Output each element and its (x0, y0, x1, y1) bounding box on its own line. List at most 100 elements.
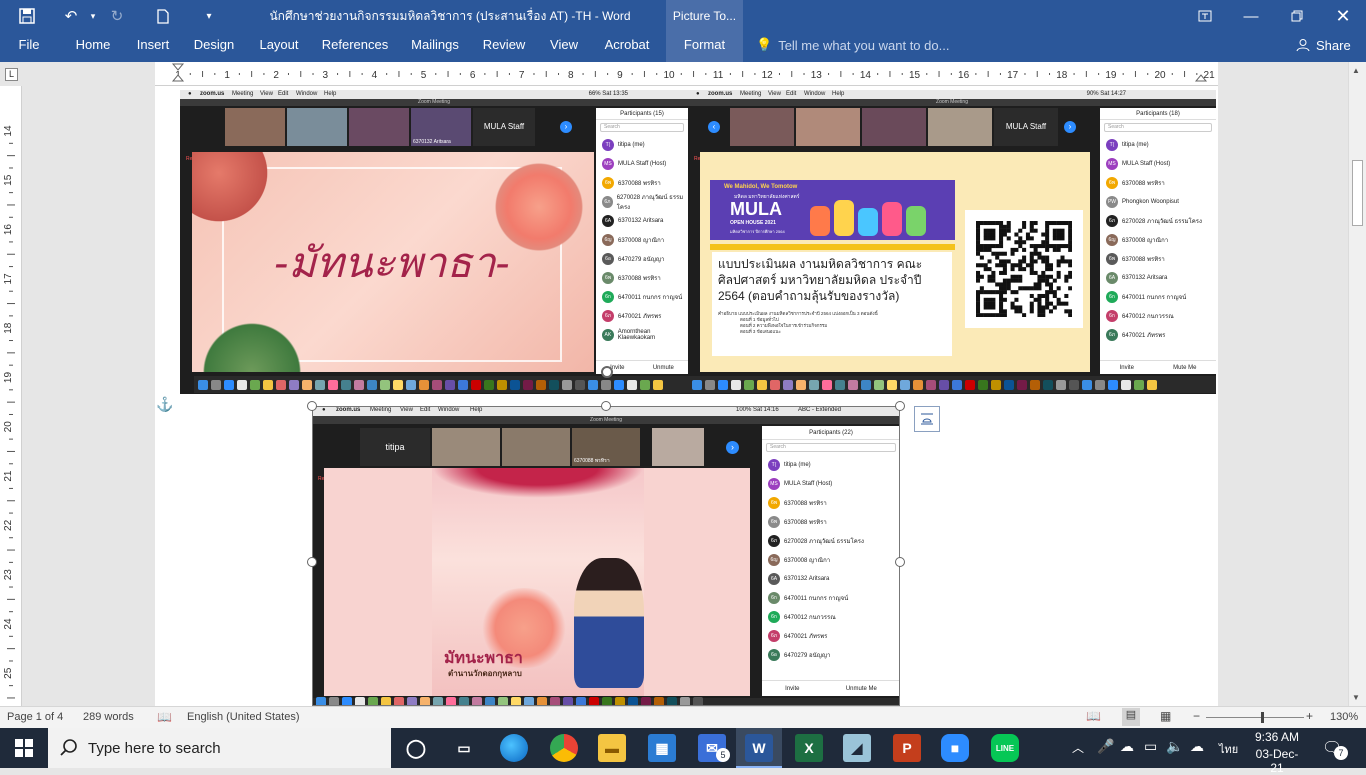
prev-page-icon[interactable]: ‹ (708, 121, 720, 133)
volume-icon[interactable]: 🔈 (1166, 738, 1183, 755)
next-page-icon[interactable]: › (560, 121, 572, 133)
taskbar-search-box[interactable]: Type here to search (48, 728, 391, 768)
participant-search[interactable]: Search (600, 123, 684, 132)
participant-row[interactable]: MS MULA Staff (Host) (762, 474, 900, 493)
redo-icon[interactable]: ↻ (104, 4, 130, 28)
tab-acrobat[interactable]: Acrobat (596, 32, 658, 62)
mute-button[interactable]: Mute Me (1173, 365, 1196, 371)
task-view-icon[interactable]: ▭ (450, 734, 478, 762)
scroll-down-icon[interactable]: ▼ (1352, 693, 1360, 702)
resize-handle[interactable] (895, 401, 905, 411)
participant-row[interactable]: 6ก 6470011 กนกกร กาญจน์ (596, 287, 688, 306)
participant-row[interactable]: T(titipa (me) (762, 455, 900, 474)
participant-row[interactable]: 6พ 6370088 พรทิรา (596, 268, 688, 287)
participant-row[interactable]: T(titipa (me) (1100, 135, 1216, 154)
participant-row[interactable]: 6ภ 6270028 ภาณุวัฒน์ ธรรมโครง (1100, 211, 1216, 230)
zoom-screenshot-2[interactable]: ● zoom.us Meeting View Edit Window Help … (688, 90, 1216, 394)
tab-insert[interactable]: Insert (128, 32, 178, 62)
invite-button[interactable]: Invite (785, 686, 799, 692)
store-icon[interactable]: ▦ (648, 734, 676, 762)
tab-selector[interactable]: L (5, 68, 18, 81)
next-page-icon[interactable]: › (1064, 121, 1076, 133)
language-status[interactable]: English (United States) (187, 711, 300, 723)
word-icon[interactable]: W (745, 734, 773, 762)
resize-handle[interactable] (601, 401, 611, 411)
start-button[interactable] (0, 728, 48, 768)
onedrive-icon[interactable]: ☁ (1120, 738, 1134, 755)
share-button[interactable]: Share (1296, 32, 1351, 58)
participant-row[interactable]: 6A 6370132 Aritsara (1100, 268, 1216, 287)
read-mode-icon[interactable]: 📖 (1086, 709, 1101, 723)
ribbon-display-icon[interactable] (1182, 0, 1228, 32)
input-language[interactable]: ไทย (1219, 740, 1238, 758)
tab-layout[interactable]: Layout (250, 32, 308, 62)
powerpoint-icon[interactable]: P (893, 734, 921, 762)
tab-review[interactable]: Review (476, 32, 532, 62)
participant-row[interactable]: AK Amornthean Klaewkaokam (596, 325, 688, 344)
microphone-icon[interactable]: 🎤 (1097, 738, 1114, 755)
participant-row[interactable]: PW Phongkon Woonpisut (1100, 192, 1216, 211)
zoom-slider-thumb[interactable] (1261, 712, 1265, 723)
horizontal-ruler[interactable]: 1123456789101112131415161718192021 (155, 62, 1218, 86)
participant-row[interactable]: T(titipa (me) (596, 135, 688, 154)
zoom-screenshot-3[interactable]: ● zoom.us Meeting View Edit Window Help … (312, 406, 900, 706)
participant-row[interactable]: 6อ 6470279 อนัญญา (596, 249, 688, 268)
save-icon[interactable] (14, 4, 40, 28)
tab-references[interactable]: References (316, 32, 394, 62)
participant-row[interactable]: 6พ 6370088 พรทิรา (596, 173, 688, 192)
zoom-level[interactable]: 130% (1330, 711, 1358, 723)
print-layout-icon[interactable]: ▤ (1122, 708, 1140, 726)
participant-row[interactable]: 6ก 6470012 กนกวรรณ (762, 607, 900, 626)
participant-search[interactable]: Search (766, 443, 896, 452)
participant-row[interactable]: MS MULA Staff (Host) (1100, 154, 1216, 173)
web-layout-icon[interactable]: ▦ (1160, 709, 1171, 723)
undo-dropdown-icon[interactable]: ▾ (80, 4, 106, 28)
participant-search[interactable]: Search (1104, 123, 1212, 132)
zoom-slider[interactable] (1206, 712, 1304, 723)
zoom-out-icon[interactable]: − (1193, 709, 1200, 723)
zoom-icon[interactable]: ■ (941, 734, 969, 762)
new-doc-icon[interactable] (150, 4, 176, 28)
edge-icon[interactable] (500, 734, 528, 762)
word-count[interactable]: 289 words (83, 711, 134, 723)
scroll-thumb[interactable] (1352, 160, 1363, 226)
rotate-handle-icon[interactable] (601, 366, 613, 378)
explorer-icon[interactable]: ▬ (598, 734, 626, 762)
participant-row[interactable]: 6ภ 6470021 ภัทรพร (596, 306, 688, 325)
close-icon[interactable]: ✕ (1320, 0, 1366, 32)
tab-mailings[interactable]: Mailings (402, 32, 468, 62)
document-page[interactable]: ● zoom.us Meeting View Edit Window Help … (155, 86, 1218, 706)
participant-row[interactable]: 6ภ 6470021 ภัทรพร (1100, 325, 1216, 344)
invite-button[interactable]: Invite (1120, 365, 1134, 371)
participant-row[interactable]: 6ญ 6370008 ญาณิกา (1100, 230, 1216, 249)
unmute-button[interactable]: Unmute (653, 365, 674, 371)
resize-handle[interactable] (307, 557, 317, 567)
tell-me-box[interactable]: 💡 Tell me what you want to do... (756, 32, 949, 58)
participant-row[interactable]: 6A 6370132 Aritsara (762, 569, 900, 588)
participant-row[interactable]: 6พ 6370088 พรทิรา (1100, 249, 1216, 268)
restore-icon[interactable] (1274, 0, 1320, 32)
participant-row[interactable]: 6พ 6370088 พรทิรา (762, 493, 900, 512)
participant-row[interactable]: 6ญ 6370008 ญาณิกา (762, 550, 900, 569)
excel-icon[interactable]: X (795, 734, 823, 762)
layout-options-icon[interactable] (914, 406, 940, 432)
resize-handle[interactable] (895, 557, 905, 567)
network-icon[interactable]: ▭ (1144, 738, 1157, 755)
tab-file[interactable]: File (8, 32, 50, 62)
participant-row[interactable]: 6ก 6470011 กนกกร กาญจน์ (1100, 287, 1216, 306)
participant-row[interactable]: 6พ 6370088 พรทิรา (762, 512, 900, 531)
tab-format[interactable]: Format (666, 32, 743, 62)
tray-overflow-icon[interactable]: ︿ (1072, 739, 1084, 756)
files-icon[interactable]: ◢ (843, 734, 871, 762)
participant-row[interactable]: 6ภ 6270028 ภาณุวัฒน์ ธรรมโครง (596, 192, 688, 211)
resize-handle[interactable] (307, 401, 317, 411)
line-icon[interactable]: LINE (991, 734, 1019, 762)
proofing-icon[interactable]: 📖 (157, 710, 172, 724)
participant-row[interactable]: 6ญ 6370008 ญาณิกา (596, 230, 688, 249)
participant-row[interactable]: 6อ 6470279 อนัญญา (762, 645, 900, 664)
participant-row[interactable]: 6ภ 6470021 ภัทรพร (762, 626, 900, 645)
participant-row[interactable]: MS MULA Staff (Host) (596, 154, 688, 173)
customize-qat-icon[interactable]: ▾ (196, 4, 222, 28)
vertical-scrollbar[interactable]: ▲ ▼ (1348, 62, 1366, 706)
unmute-button[interactable]: Unmute Me (846, 686, 877, 692)
